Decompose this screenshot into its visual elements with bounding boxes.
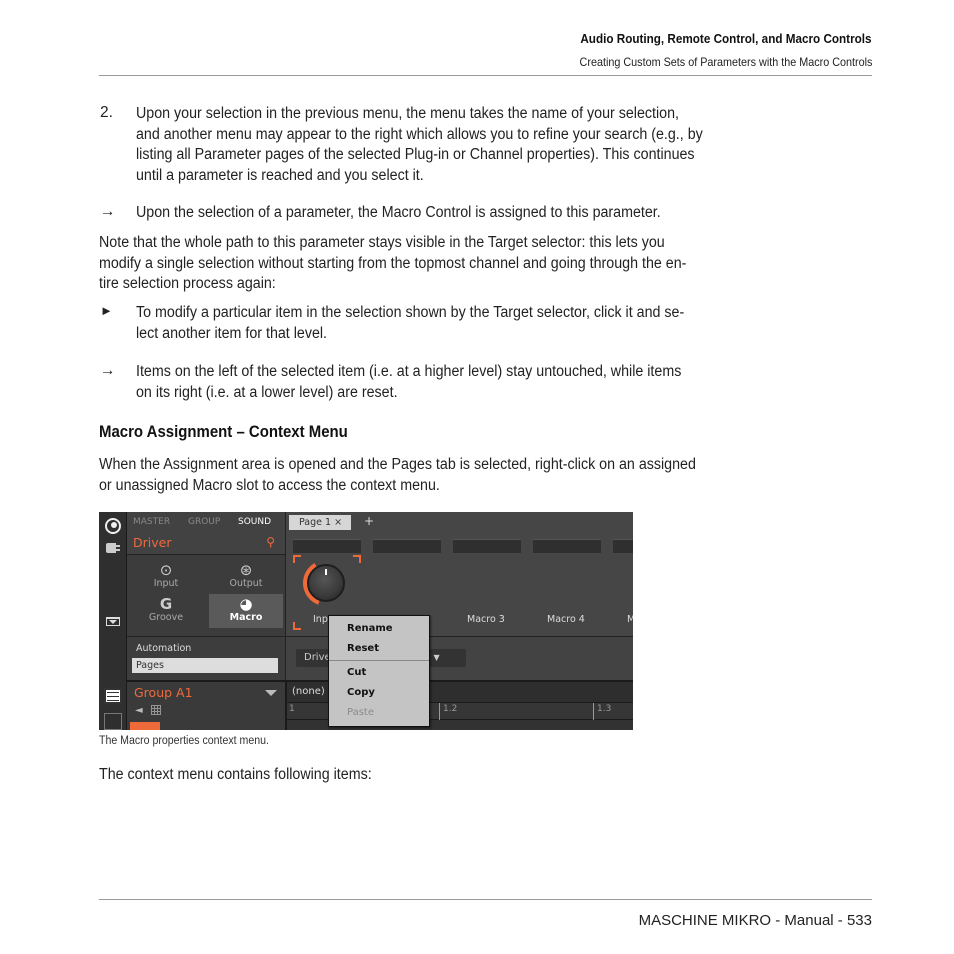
text-line: tire selection process again: [99,275,276,292]
text-line: modify a single selection without starti… [99,254,687,272]
menu-item-reset[interactable]: Reset [347,643,379,654]
macro-button[interactable]: ◕ Macro [209,594,283,628]
menu-item-cut[interactable]: Cut [347,667,366,678]
macro-label: M [627,614,633,625]
search-icon[interactable]: ⚲ [266,535,275,549]
step-number: 2. [100,104,113,121]
macro-slot[interactable] [533,539,601,553]
figure-caption: The Macro properties context menu. [99,735,269,747]
selection-bracket [353,555,361,563]
menu-item-copy[interactable]: Copy [347,687,375,698]
action-triangle-icon: ► [100,303,113,318]
text-line: listing all Parameter pages of the selec… [136,146,695,163]
context-menu: Rename Reset Cut Copy Paste [328,615,430,727]
sound-slot[interactable] [130,722,160,730]
macro-slot[interactable] [293,539,361,553]
result-text: Upon the selection of a parameter, the M… [136,204,661,221]
section-title: Creating Custom Sets of Parameters with … [579,55,872,69]
collapse-arrow-icon[interactable] [106,617,120,626]
text-line: Upon your selection in the previous menu… [136,105,679,122]
section-heading: Macro Assignment – Context Menu [99,422,348,441]
macro-label: Inp [313,614,328,625]
list-view-icon[interactable] [104,688,122,704]
chapter-title: Audio Routing, Remote Control, and Macro… [580,31,872,46]
button-label: Output [229,578,263,589]
pad-grid-icon[interactable] [151,705,161,715]
groove-icon: G [159,595,173,613]
tab-sound[interactable]: SOUND [238,517,271,527]
footer-rule [99,899,872,900]
macro-label: Macro 3 [467,614,505,625]
output-button[interactable]: ⊛ Output [209,560,283,594]
input-icon: ⊙ [159,561,173,579]
step-2-text: Upon your selection in the previous menu… [136,104,798,186]
note-paragraph: Note that the whole path to this paramet… [99,233,798,295]
knob-indicator [325,569,327,575]
text-line: until a parameter is reached and you sel… [136,166,424,184]
header-rule [99,75,872,76]
selection-bracket [293,555,301,563]
automation-tab[interactable]: Automation [136,643,191,654]
timeline-marker: 1.3 [597,704,612,714]
text-line: on its right (i.e. at a lower level) are… [136,383,398,401]
group-name[interactable]: Group A1 [134,685,193,700]
page-1-tab[interactable]: Page 1 × [289,515,351,530]
sound-name[interactable]: Driver [133,535,171,550]
button-label: Input [153,578,179,589]
menu-item-paste: Paste [347,707,374,718]
timeline-marker: 1 [289,704,295,714]
control-knob-icon[interactable] [105,518,121,534]
macro-slot[interactable] [373,539,441,553]
group-dropdown-icon[interactable] [265,690,277,696]
tab-master[interactable]: MASTER [133,517,170,527]
result-text: Items on the left of the selected item (… [136,362,798,403]
keyboard-view-icon[interactable] [104,713,122,730]
text-line: and another menu may appear to the right… [136,125,703,143]
macro-label: Macro 4 [547,614,585,625]
groove-button[interactable]: G Groove [129,594,203,628]
pattern-selector[interactable]: (none) [292,686,325,697]
menu-separator [329,660,429,661]
text-line: or unassigned Macro slot to access the c… [99,476,440,494]
assignment-area: Automation Pages [127,636,285,680]
button-label: Macro [229,612,263,623]
button-label: Groove [148,612,184,623]
result-arrow-icon: → [100,362,116,379]
output-icon: ⊛ [239,561,253,579]
text-line: To modify a particular item in the selec… [136,304,685,321]
group-panel: Group A1 ◄ [127,680,285,730]
macro-slot[interactable] [453,539,521,553]
left-icon-bar [99,512,127,730]
text-line: When the Assignment area is opened and t… [99,456,696,473]
speaker-icon[interactable]: ◄ [135,705,143,716]
timeline-marker: 1.2 [443,704,458,714]
input-button[interactable]: ⊙ Input [129,560,203,594]
add-page-button[interactable]: + [364,514,374,528]
macro-icon: ◕ [239,595,253,613]
macro-slot[interactable] [613,539,633,553]
selection-bracket [293,622,301,630]
intro-paragraph: When the Assignment area is opened and t… [99,455,798,496]
page-footer: MASCHINE MIKRO - Manual - 533 [638,912,872,929]
plug-icon[interactable] [106,543,120,553]
tab-group[interactable]: GROUP [188,517,220,527]
action-text: To modify a particular item in the selec… [136,303,798,344]
dropdown-arrow-icon: ▼ [433,653,440,662]
text-line: Note that the whole path to this paramet… [99,234,665,251]
text-line: lect another item for that level. [136,324,328,342]
menu-item-rename[interactable]: Rename [347,623,393,634]
result-arrow-icon: → [100,203,116,220]
pages-tab[interactable]: Pages [132,658,278,673]
macro-context-menu-screenshot: MASTER GROUP SOUND Driver ⚲ ⊙ Input ⊛ Ou… [99,512,633,730]
channel-tabs: MASTER GROUP SOUND Driver ⚲ [127,512,285,555]
text-line: Items on the left of the selected item (… [136,363,682,380]
outro-paragraph: The context menu contains following item… [99,766,372,783]
